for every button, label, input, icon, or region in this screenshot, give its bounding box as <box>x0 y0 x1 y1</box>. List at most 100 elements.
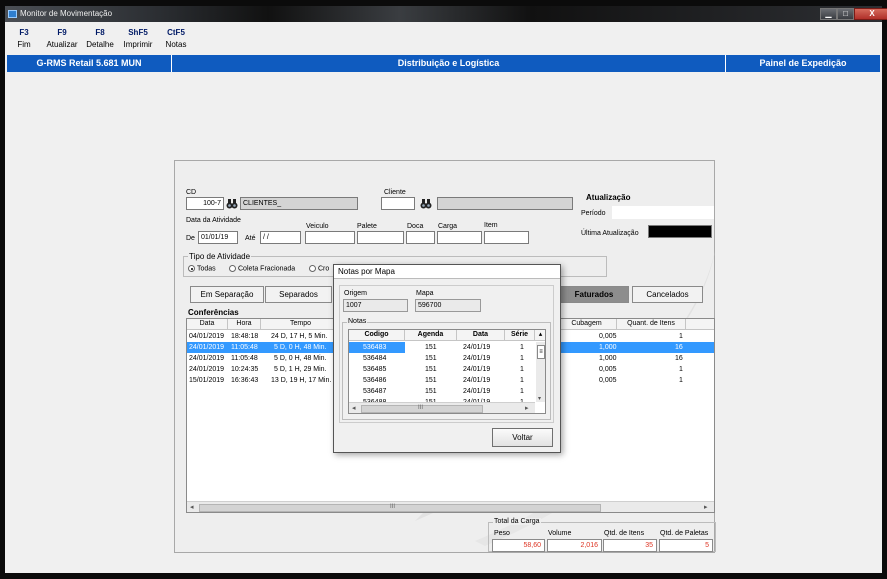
dialog-title: Notas por Mapa <box>334 265 560 279</box>
scroll-up-icon[interactable]: ▴ <box>535 330 545 341</box>
origem-label: Origem <box>344 290 367 297</box>
cell-tempo: 5 D, 1 H, 29 Min. <box>274 366 327 373</box>
cell-serie: 1 <box>520 377 524 384</box>
tab-cancelados[interactable]: Cancelados <box>632 286 703 303</box>
fkey-label: Imprimir <box>123 40 153 49</box>
fkey-imprimir[interactable]: ShF5 Imprimir <box>121 28 155 49</box>
radio-dot <box>188 265 195 272</box>
peso-value: 58,60 <box>492 539 545 552</box>
radio-todas[interactable]: Todas <box>188 265 216 272</box>
cell-serie: 1 <box>520 355 524 362</box>
col-header-agenda[interactable]: Agenda <box>405 330 457 341</box>
list-item[interactable]: 151 24/01/19 1 <box>405 342 535 353</box>
cell-tempo: 24 D, 17 H, 5 Min. <box>271 333 328 340</box>
cell-codigo: 536485 <box>363 366 387 373</box>
cell-cubagem: 1,000 <box>599 355 617 362</box>
horizontal-scrollbar[interactable]: ◂ III ▸ <box>349 402 535 413</box>
scrollbar-thumb[interactable]: III <box>199 504 601 512</box>
ate-label: Até <box>245 235 256 242</box>
fkey-atualizar[interactable]: F9 Atualizar <box>45 28 79 49</box>
list-item[interactable]: 536485 151 24/01/19 1 <box>349 364 535 375</box>
cell-codigo: 536484 <box>363 355 387 362</box>
fkey-code: F3 <box>19 28 29 37</box>
list-item[interactable]: 536487 151 24/01/19 1 <box>349 386 535 397</box>
col-header-hora[interactable]: Hora <box>228 319 261 330</box>
col-header-quant-itens[interactable]: Quant. de Itens <box>617 319 686 330</box>
cell-itens: 16 <box>675 355 683 362</box>
fkey-code: F9 <box>57 28 67 37</box>
radio-coleta-fracionada[interactable]: Coleta Fracionada <box>229 265 295 272</box>
col-header-filler <box>686 319 714 330</box>
cell-tempo: 13 D, 19 H, 17 Min. <box>271 377 332 384</box>
fkey-code: F8 <box>95 28 105 37</box>
window-title: Monitor de Movimentação <box>20 9 113 18</box>
radio-cro[interactable]: Cro <box>309 265 329 272</box>
app-icon <box>8 10 17 18</box>
maximize-button[interactable]: □ <box>837 8 854 20</box>
col-header-data[interactable]: Data <box>187 319 228 330</box>
atualizacao-title: Atualização <box>586 193 631 202</box>
cliente-label: Cliente <box>384 189 406 196</box>
palete-input[interactable] <box>357 231 404 244</box>
cell-data: 24/01/19 <box>463 344 491 351</box>
ultima-atualizacao-field <box>648 225 712 238</box>
minimize-button[interactable]: ▁ <box>820 8 837 20</box>
scrollbar-thumb[interactable]: III <box>361 405 483 413</box>
radio-label: Cro <box>318 265 330 273</box>
radio-dot <box>309 265 316 272</box>
carga-label: Carga <box>438 223 458 230</box>
notas-title: Notas <box>347 318 368 325</box>
palete-label: Palete <box>357 223 377 230</box>
data-atividade-label: Data da Atividade <box>186 217 241 224</box>
binoculars-icon[interactable] <box>226 198 238 210</box>
close-button[interactable]: X <box>854 8 887 20</box>
fkey-fim[interactable]: F3 Fim <box>7 28 41 49</box>
cliente-input[interactable] <box>381 197 415 210</box>
radio-label: Todas <box>197 265 216 273</box>
data-de-input[interactable]: 01/01/19 <box>198 231 238 244</box>
vertical-scrollbar[interactable]: ≡ ▾ <box>536 342 545 402</box>
cell-agenda: 151 <box>425 377 437 384</box>
cell-cubagem: 0,005 <box>599 377 617 384</box>
fkey-notas[interactable]: CtF5 Notas <box>159 28 193 49</box>
list-item[interactable]: 536484 151 24/01/19 1 <box>349 353 535 364</box>
cell-itens: 1 <box>679 366 683 373</box>
scrollbar-thumb[interactable]: ≡ <box>537 345 545 359</box>
col-header-cubagem[interactable]: Cubagem <box>557 319 617 330</box>
scroll-left-icon[interactable]: ◂ <box>352 404 356 412</box>
voltar-button[interactable]: Voltar <box>492 428 553 447</box>
cd-input[interactable]: 100-7 <box>186 197 224 210</box>
tab-em-separacao[interactable]: Em Separação <box>190 286 264 303</box>
veiculo-input[interactable] <box>305 231 355 244</box>
scroll-down-icon[interactable]: ▾ <box>538 395 541 402</box>
notas-grid: Codigo Agenda Data Série ▴ 536483 151 24… <box>348 329 546 414</box>
col-header-tempo[interactable]: Tempo <box>261 319 341 330</box>
cell-cubagem: 0,005 <box>599 366 617 373</box>
tipo-atividade-title: Tipo de Atividade <box>188 252 252 261</box>
col-header-codigo[interactable]: Codigo <box>349 330 405 341</box>
nota-codigo-selected[interactable]: 536483 <box>349 342 405 353</box>
col-header-serie[interactable]: Série <box>505 330 535 341</box>
item-input[interactable] <box>484 231 529 244</box>
cd-label: CD <box>186 189 197 196</box>
col-header-data[interactable]: Data <box>457 330 505 341</box>
peso-label: Peso <box>494 530 510 537</box>
de-label: De <box>186 235 195 242</box>
veiculo-label: Veiculo <box>306 223 329 230</box>
scroll-left-icon[interactable]: ◂ <box>190 503 194 511</box>
cell-agenda: 151 <box>425 366 437 373</box>
periodo-label: Período <box>581 210 606 217</box>
tab-separados[interactable]: Separados <box>265 286 332 303</box>
scroll-right-icon[interactable]: ▸ <box>525 404 529 412</box>
carga-input[interactable] <box>437 231 482 244</box>
data-ate-input[interactable]: / / <box>260 231 301 244</box>
tab-faturados[interactable]: Faturados <box>559 286 629 303</box>
horizontal-scrollbar[interactable]: ◂ III ▸ <box>187 501 714 512</box>
fkey-detalhe[interactable]: F8 Detalhe <box>83 28 117 49</box>
list-item[interactable]: 536486 151 24/01/19 1 <box>349 375 535 386</box>
cell-data: 24/01/19 <box>463 355 491 362</box>
total-carga-group: Total da Carga Peso 58,60 Volume 2,016 Q… <box>488 518 716 552</box>
scroll-right-icon[interactable]: ▸ <box>704 503 708 511</box>
doca-input[interactable] <box>406 231 435 244</box>
binoculars-icon[interactable] <box>420 198 432 210</box>
